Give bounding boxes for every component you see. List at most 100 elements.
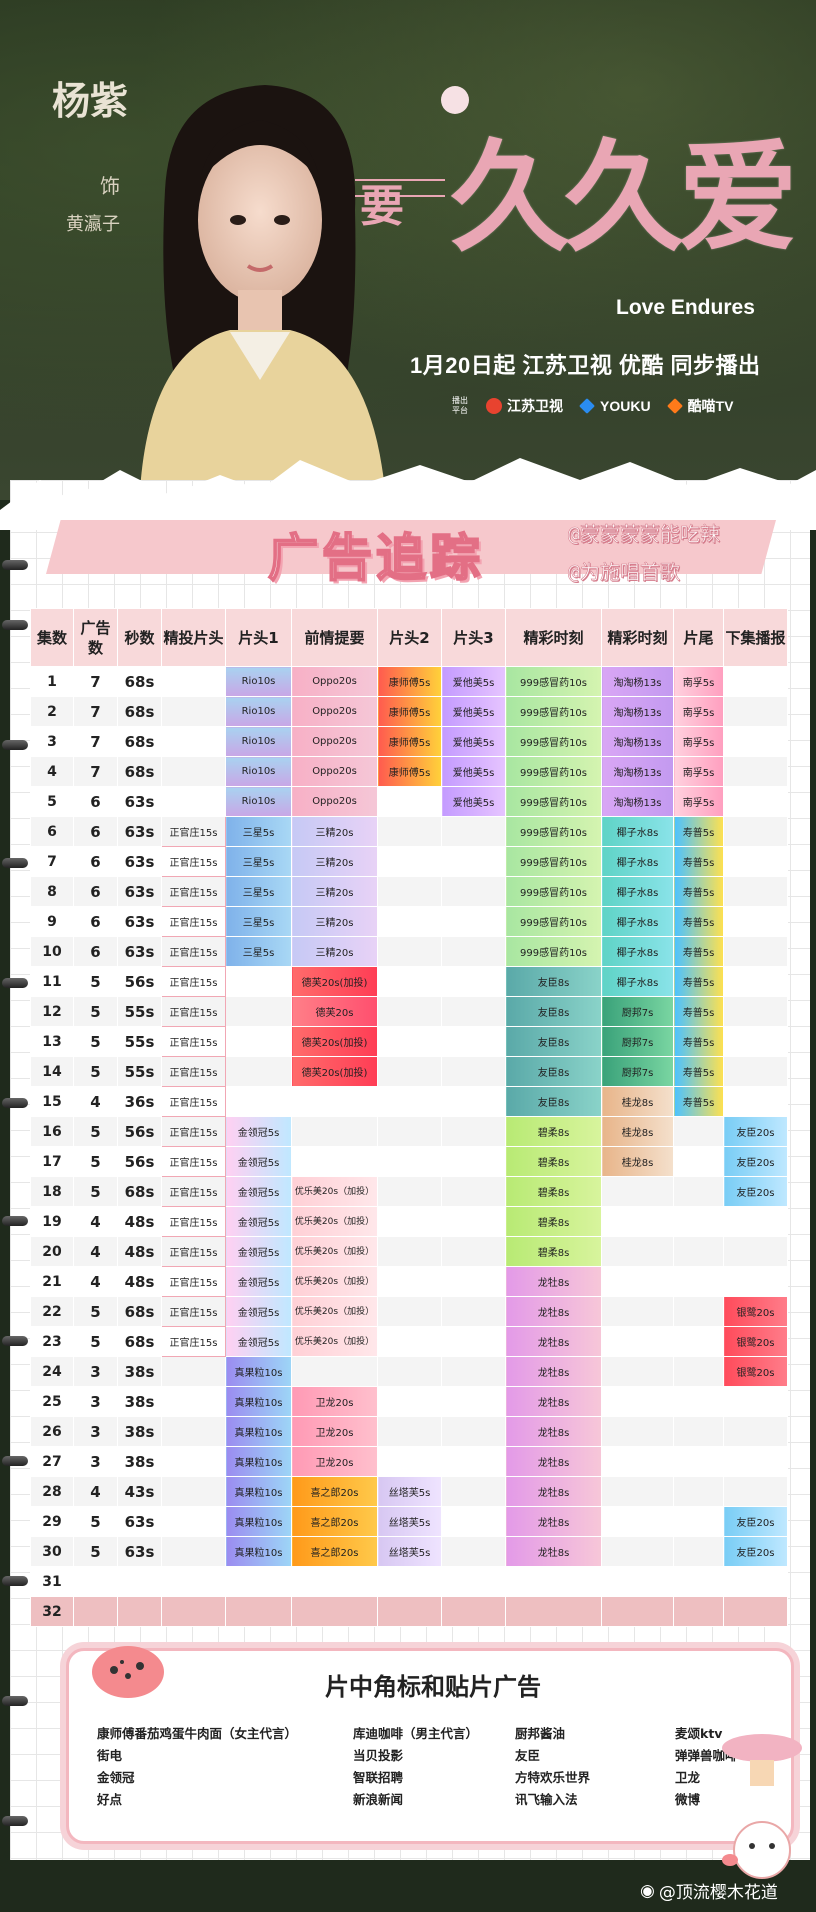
cell-opening-1: Rio10s [225, 696, 292, 727]
cell-next-preview [723, 1476, 788, 1507]
cell-highlight-1: 龙牡8s [505, 1266, 602, 1297]
cell-episode: 7 [30, 846, 74, 877]
cell-opening-3: 爱他美5s [441, 786, 506, 817]
cell-opening-3 [441, 1536, 506, 1567]
cell-precise-opening [161, 1356, 226, 1387]
cell-ending: 寿普5s [673, 906, 724, 937]
cell-opening-1 [225, 996, 292, 1027]
cell-opening-3 [441, 1596, 506, 1627]
cell-highlight-2 [601, 1446, 674, 1477]
cell-opening-3 [441, 1116, 506, 1147]
panel-ad-item: 智联招聘 [353, 1770, 404, 1785]
cell-seconds: 56s [117, 966, 162, 997]
cell-precise-opening: 正官庄15s [161, 816, 226, 847]
cell-highlight-1 [505, 1596, 602, 1627]
col-opening-2: 片头2 [377, 608, 442, 667]
role-label: 饰 [100, 174, 120, 198]
binder-ring-icon [2, 1336, 28, 1346]
cell-recap: 德芙20s [291, 996, 378, 1027]
cell-opening-2 [377, 1446, 442, 1477]
cell-highlight-1: 碧柔8s [505, 1146, 602, 1177]
cell-recap: 卫龙20s [291, 1386, 378, 1417]
cell-highlight-2 [601, 1596, 674, 1627]
table-row: 12 5 55s 正官庄15s 德芙20s 友臣8s 厨邦7s 寿普5s [30, 996, 788, 1027]
cell-opening-3 [441, 1506, 506, 1537]
cell-next-preview [723, 1206, 788, 1237]
cell-highlight-2: 厨邦7s [601, 1026, 674, 1057]
cell-precise-opening [161, 726, 226, 757]
platform-jsws: 江苏卫视 [486, 396, 563, 416]
binder-ring-icon [2, 740, 28, 750]
cell-highlight-2: 厨邦7s [601, 996, 674, 1027]
cell-ending [673, 1116, 724, 1147]
cell-precise-opening: 正官庄15s [161, 966, 226, 997]
cell-ad-count: 6 [73, 786, 118, 817]
cell-opening-1 [225, 966, 292, 997]
table-row: 19 4 48s 正官庄15s 金领冠5s 优乐美20s（加投） 碧柔8s [30, 1206, 788, 1237]
cell-opening-1 [225, 1596, 292, 1627]
cell-opening-2 [377, 1266, 442, 1297]
table-row: 28 4 43s 真果粒10s 喜之郎20s 丝塔芙5s 龙牡8s [30, 1476, 788, 1507]
cell-opening-2: 康师傅5s [377, 666, 442, 697]
cell-opening-2 [377, 786, 442, 817]
col-seconds: 秒数 [117, 608, 162, 667]
cell-recap [291, 1146, 378, 1177]
cell-episode: 1 [30, 666, 74, 697]
platform-kumiao: 酷喵TV [666, 396, 733, 416]
cell-opening-2: 丝塔芙5s [377, 1506, 442, 1537]
platform-label: 播出平台 [452, 396, 468, 415]
cell-highlight-2: 桂龙8s [601, 1146, 674, 1177]
cell-opening-3 [441, 1476, 506, 1507]
cell-ending: 南孚5s [673, 756, 724, 787]
cell-highlight-2: 椰子水8s [601, 936, 674, 967]
table-row: 13 5 55s 正官庄15s 德芙20s(加投) 友臣8s 厨邦7s 寿普5s [30, 1026, 788, 1057]
table-row: 24 3 38s 真果粒10s 龙牡8s 银鹭20s [30, 1356, 788, 1387]
cell-episode: 23 [30, 1326, 74, 1357]
cell-opening-2 [377, 936, 442, 967]
table-row: 31 [30, 1566, 788, 1597]
cell-highlight-1: 碧柔8s [505, 1116, 602, 1147]
cell-opening-3 [441, 1086, 506, 1117]
panel-ad-item: 新浪新闻 [353, 1792, 404, 1807]
cell-opening-1: Rio10s [225, 786, 292, 817]
cell-opening-2 [377, 1206, 442, 1237]
cell-highlight-1: 999感冒药10s [505, 666, 602, 697]
cell-ad-count: 5 [73, 996, 118, 1027]
cell-next-preview [723, 816, 788, 847]
cell-highlight-1: 999感冒药10s [505, 846, 602, 877]
cell-opening-2 [377, 1146, 442, 1177]
cell-recap: 德芙20s(加投) [291, 1026, 378, 1057]
cell-precise-opening [161, 1416, 226, 1447]
cell-seconds: 68s [117, 1176, 162, 1207]
binder-ring-icon [2, 1816, 28, 1826]
cell-next-preview [723, 666, 788, 697]
cell-next-preview: 友臣20s [723, 1176, 788, 1207]
cell-opening-1: 三星5s [225, 906, 292, 937]
cell-opening-3 [441, 1266, 506, 1297]
cell-ending [673, 1566, 724, 1597]
cell-recap: 喜之郎20s [291, 1536, 378, 1567]
cell-highlight-2: 桂龙8s [601, 1086, 674, 1117]
cell-next-preview: 银鹭20s [723, 1326, 788, 1357]
panel-ad-item: 好点 [97, 1792, 123, 1807]
cell-episode: 32 [30, 1596, 74, 1627]
cell-highlight-2: 椰子水8s [601, 846, 674, 877]
cell-recap [291, 1116, 378, 1147]
cell-ending [673, 1536, 724, 1567]
col-ad-count: 广告数 [73, 608, 118, 667]
cell-seconds: 38s [117, 1446, 162, 1477]
cell-highlight-2 [601, 1416, 674, 1447]
cell-precise-opening [161, 1476, 226, 1507]
cell-highlight-1: 龙牡8s [505, 1386, 602, 1417]
show-title: 久久爱 [450, 127, 798, 268]
col-highlight-2: 精彩时刻 [601, 608, 674, 667]
cell-highlight-2 [601, 1266, 674, 1297]
cell-seconds [117, 1596, 162, 1627]
cell-precise-opening [161, 756, 226, 787]
cell-ad-count: 3 [73, 1386, 118, 1417]
table-row: 11 5 56s 正官庄15s 德芙20s(加投) 友臣8s 椰子水8s 寿普5s [30, 966, 788, 997]
panel-title: 片中角标和贴片广告 [325, 1673, 541, 1701]
cell-next-preview [723, 876, 788, 907]
cell-episode: 27 [30, 1446, 74, 1477]
cell-next-preview [723, 1056, 788, 1087]
